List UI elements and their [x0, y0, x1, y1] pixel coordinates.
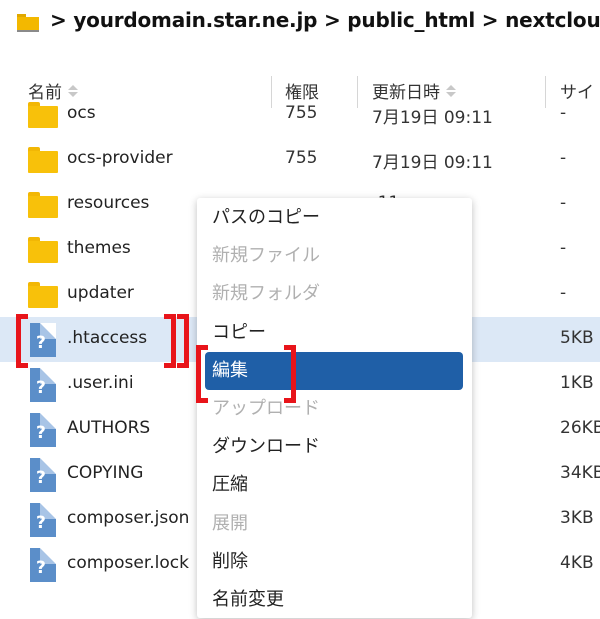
highlight-bracket-right: [284, 345, 296, 403]
file-size: 34KB: [560, 463, 600, 483]
file-name: COPYING: [67, 463, 144, 483]
file-name: AUTHORS: [67, 418, 151, 438]
file-name: .user.ini: [67, 373, 134, 393]
folder-icon: [28, 145, 58, 175]
file-size: 26KB: [560, 418, 600, 438]
file-size: -: [560, 148, 567, 168]
file-modified-date: 7月19日 09:11: [372, 153, 493, 173]
file-modified-date: 7月19日 09:11: [372, 108, 493, 128]
context-menu-item[interactable]: 名前変更: [205, 581, 463, 619]
file-name: .htaccess: [67, 328, 148, 348]
folder-icon: [28, 280, 58, 310]
file-size: 4KB: [560, 553, 594, 573]
file-size: -: [560, 103, 567, 123]
highlight-bracket-left: [16, 314, 28, 368]
context-menu-item: 新規ファイル: [212, 245, 320, 267]
unknown-file-icon: ?: [28, 368, 58, 402]
file-row[interactable]: ocs-provider 755 7月19日 09:11 -: [0, 137, 600, 182]
context-menu-item[interactable]: 削除: [205, 543, 463, 581]
file-size: -: [560, 193, 567, 213]
context-menu-item[interactable]: 編集: [205, 351, 463, 390]
file-size: 3KB: [560, 508, 594, 528]
unknown-file-icon: ?: [28, 458, 58, 492]
context-menu-item: アップロード: [212, 398, 320, 419]
context-menu-item: 新規フォルダ: [212, 283, 320, 305]
file-name: updater: [67, 283, 134, 303]
file-size: -: [560, 283, 567, 303]
file-name: ocs: [67, 103, 96, 123]
highlight-bracket-right: [164, 314, 176, 368]
file-size: -: [560, 238, 567, 258]
breadcrumb: > yourdomain.star.ne.jp > public_html > …: [0, 0, 600, 44]
unknown-file-icon: ?: [28, 503, 58, 537]
folder-icon: [28, 235, 58, 265]
file-name: composer.lock: [67, 553, 189, 573]
breadcrumb-path[interactable]: > yourdomain.star.ne.jp > public_html > …: [50, 8, 600, 32]
file-size: 1KB: [560, 373, 594, 393]
file-permission: 755: [285, 103, 318, 123]
file-permission: 755: [285, 148, 318, 168]
folder-icon: [17, 14, 39, 32]
unknown-file-icon: ?: [28, 548, 58, 582]
file-size: 5KB: [560, 328, 594, 348]
file-name: composer.json: [67, 508, 190, 528]
highlight-bracket-right-outer: [177, 314, 189, 368]
file-name: themes: [67, 238, 131, 258]
unknown-file-icon: ?: [28, 323, 58, 357]
file-name: resources: [67, 193, 150, 213]
file-row[interactable]: ocs 755 7月19日 09:11 -: [0, 92, 600, 137]
context-menu: パスのコピー新規ファイル 新規フォルダコピー 編集アップロードダウンロード 圧縮展開削…: [197, 198, 472, 618]
context-menu-item: 展開: [212, 512, 248, 534]
context-menu-item[interactable]: コピー: [205, 314, 463, 352]
file-name: ocs-provider: [67, 148, 173, 168]
context-menu-item[interactable]: ダウンロード: [205, 428, 463, 466]
highlight-bracket-left: [196, 345, 208, 403]
folder-icon: [28, 190, 58, 220]
context-menu-item[interactable]: パスのコピー: [205, 199, 463, 237]
context-menu-item[interactable]: 圧縮: [205, 466, 463, 504]
unknown-file-icon: ?: [28, 413, 58, 447]
folder-icon: [28, 100, 58, 130]
